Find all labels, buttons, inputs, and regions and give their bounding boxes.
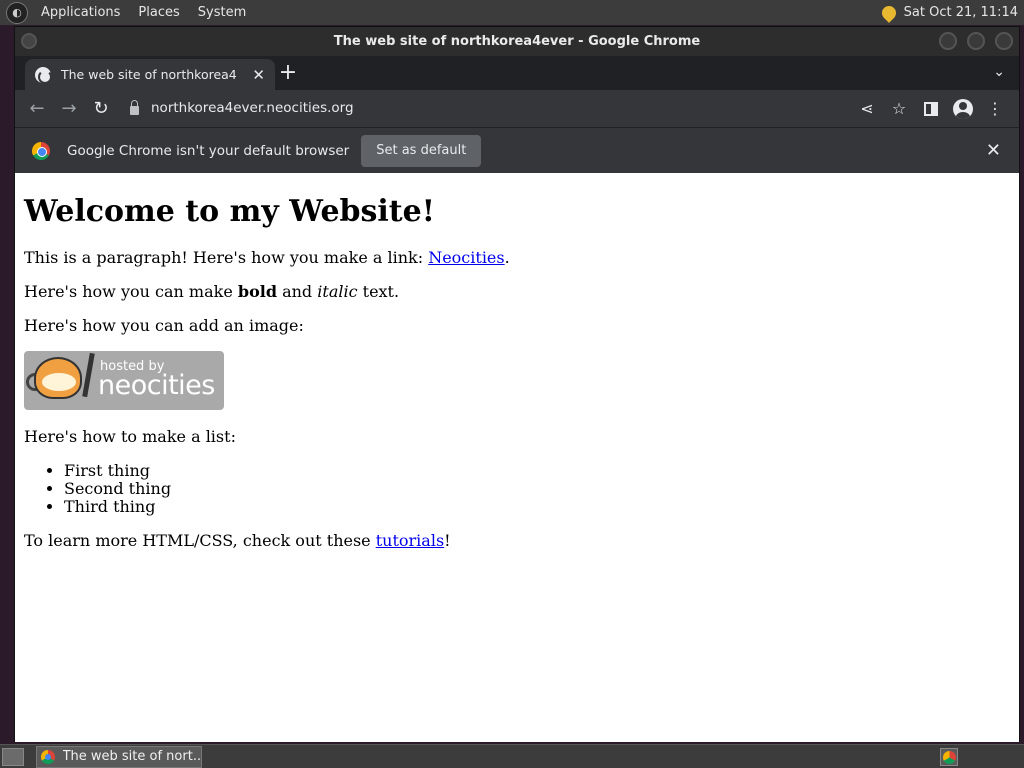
set-default-button[interactable]: Set as default [361,134,482,167]
italic-text: italic [317,282,358,301]
reload-button[interactable]: ↻ [85,93,117,125]
web-page-content: Welcome to my Website! This is a paragra… [15,173,1019,742]
taskbar-chrome-window[interactable]: The web site of nort... [36,745,202,768]
share-icon[interactable]: ⋖ [851,93,883,125]
bold-text: bold [237,282,277,301]
close-window-button[interactable] [995,32,1013,50]
side-panel-icon [924,101,938,116]
bottom-taskbar: The web site of nort... [0,744,1024,768]
paragraph-link: This is a paragraph! Here's how you make… [24,249,1010,267]
system-logo-icon[interactable]: ◐ [6,1,28,24]
p2-mid: and [277,282,318,301]
chrome-logo-icon [32,141,50,160]
bullet-list: First thing Second thing Third thing [64,462,1010,516]
chrome-icon [41,749,55,764]
window-menu-button[interactable] [21,33,37,49]
paragraph-list: Here's how to make a list: [24,427,236,446]
more-menu-icon[interactable]: ⋮ [979,93,1011,125]
default-browser-infobar: Google Chrome isn't your default browser… [15,127,1019,173]
show-desktop-button[interactable] [2,747,24,766]
menu-places[interactable]: Places [133,5,184,20]
paragraph-tutorials: To learn more HTML/CSS, check out these … [24,532,1010,550]
toolbar: ← → ↻ northkorea4ever.neocities.org ⋖ ☆ … [15,90,1019,127]
page-heading: Welcome to my Website! [24,194,435,229]
infobar-close-icon[interactable]: ✕ [986,140,1001,161]
maximize-button[interactable] [967,32,985,50]
browser-window: The web site of northkorea4ever - Google… [14,26,1020,742]
profile-button[interactable] [947,93,979,125]
p2-text: Here's how you can make [24,282,238,301]
url-text[interactable]: northkorea4ever.neocities.org [151,100,354,116]
p5-text: To learn more HTML/CSS, check out these [24,531,376,550]
notification-icon[interactable] [878,2,899,23]
lock-icon[interactable] [130,99,139,115]
tab-active[interactable]: The web site of northkorea4ever ✕ [25,59,275,90]
globe-icon [35,66,52,84]
taskbar-window-label: The web site of nort... [62,749,201,764]
cat-mascot-icon [34,357,82,399]
tray-chrome-icon[interactable] [940,748,958,766]
p5-end: ! [444,531,451,550]
menu-system[interactable]: System [193,5,251,20]
paragraph-formatting: Here's how you can make bold and italic … [24,283,1010,301]
neocities-link[interactable]: Neocities [428,248,504,267]
hosted-by-neocities-badge[interactable]: hosted by neocities [24,351,224,410]
list-item: First thing [64,462,1010,480]
side-panel-button[interactable] [915,93,947,125]
avatar-icon [953,98,973,119]
p2-end: text. [357,282,400,301]
p1-end: . [504,248,510,267]
tutorials-link[interactable]: tutorials [376,531,444,550]
badge-neocities: neocities [98,370,215,401]
infobar-message: Google Chrome isn't your default browser [67,142,350,159]
back-button[interactable]: ← [21,93,53,125]
tab-close-icon[interactable]: ✕ [252,66,265,84]
p1-text: This is a paragraph! Here's how you make… [24,248,429,267]
tab-search-chevron-icon[interactable]: ⌄ [993,64,1005,80]
window-titlebar[interactable]: The web site of northkorea4ever - Google… [15,27,1019,56]
top-panel: ◐ Applications Places System Sat Oct 21,… [0,0,1024,25]
forward-button[interactable]: → [53,93,85,125]
paragraph-image: Here's how you can add an image: [24,316,304,335]
clock[interactable]: Sat Oct 21, 11:14 [904,5,1018,20]
menu-applications[interactable]: Applications [36,5,125,20]
bookmark-star-icon[interactable]: ☆ [883,93,915,125]
tab-strip: The web site of northkorea4ever ✕ + ⌄ [15,56,1019,90]
minimize-button[interactable] [939,32,957,50]
list-item: Second thing [64,480,1010,498]
tab-title: The web site of northkorea4ever [61,67,236,82]
new-tab-button[interactable]: + [277,62,299,85]
window-title: The web site of northkorea4ever - Google… [333,34,701,49]
list-item: Third thing [64,498,1010,516]
paintbrush-icon [82,352,95,398]
